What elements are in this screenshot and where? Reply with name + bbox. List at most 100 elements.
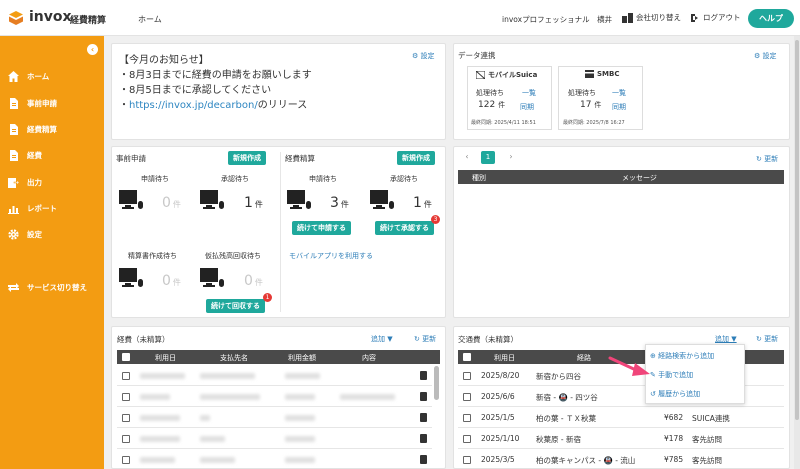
row-checkbox[interactable] bbox=[463, 456, 471, 464]
smbc-list-link[interactable]: 一覧 bbox=[612, 88, 626, 98]
smbc-name: SMBC bbox=[597, 70, 620, 78]
switch-company-button[interactable]: 会社切り替え bbox=[622, 12, 681, 23]
chart-icon bbox=[8, 206, 19, 214]
dropdown-item-history[interactable]: ↺ 履歴から追加 bbox=[650, 389, 700, 399]
row-checkbox[interactable] bbox=[463, 372, 471, 380]
smbc-count-unit: 件 bbox=[594, 101, 602, 109]
pc-icon[interactable] bbox=[200, 268, 226, 290]
smbc-sync-link[interactable]: 同期 bbox=[612, 102, 626, 112]
dropdown-item-route-search[interactable]: ⊕ 経路検索から追加 bbox=[650, 351, 714, 361]
expenses-refresh-link[interactable]: ↻ 更新 bbox=[414, 334, 436, 344]
continue-collect-button[interactable]: 続けて回収する bbox=[206, 299, 265, 313]
pc-icon[interactable] bbox=[370, 190, 396, 212]
prev-page-icon[interactable]: ‹ bbox=[462, 152, 472, 162]
data-link-settings-link[interactable]: ⚙ 設定 bbox=[754, 51, 777, 61]
expenses-title: 経費（未精算） bbox=[117, 335, 170, 344]
settlement-new-button[interactable]: 新規作成 bbox=[397, 151, 435, 165]
user-name: invoxプロフェッショナル 横井 bbox=[502, 15, 613, 24]
blurred-cell bbox=[200, 373, 255, 379]
row-checkbox[interactable] bbox=[122, 435, 130, 443]
pc-icon[interactable] bbox=[200, 190, 226, 212]
notice-settings-link[interactable]: ⚙ 設定 bbox=[412, 51, 435, 61]
pre-pending-label: 申請待ち bbox=[141, 175, 169, 183]
breadcrumb-home[interactable]: ホーム bbox=[138, 14, 162, 25]
transport-add-link[interactable]: 追加 ▼ bbox=[715, 334, 737, 344]
messages-table-header bbox=[458, 170, 784, 184]
select-all-checkbox[interactable] bbox=[122, 353, 130, 361]
continue-approve-button[interactable]: 続けて承認する bbox=[375, 221, 434, 235]
sidebar-item-expenses[interactable]: 経費 bbox=[8, 150, 42, 161]
sidebar-item-home[interactable]: ホーム bbox=[8, 71, 49, 82]
notice-line: ・8月3日までに経費の申請をお願いします bbox=[119, 70, 312, 81]
select-all-checkbox[interactable] bbox=[463, 353, 471, 361]
sidebar-collapse-icon[interactable]: ‹ bbox=[87, 44, 98, 55]
suica-list-link[interactable]: 一覧 bbox=[522, 88, 536, 98]
count-value: 1 bbox=[244, 195, 253, 211]
dropdown-label: 履歴から追加 bbox=[658, 390, 701, 398]
mobile-app-link[interactable]: モバイルアプリを利用する bbox=[289, 251, 373, 261]
decarbon-link[interactable]: https://invox.jp/decarbon/ bbox=[129, 100, 258, 111]
row-checkbox[interactable] bbox=[122, 456, 130, 464]
file-icon[interactable] bbox=[420, 392, 427, 401]
data-link-title: データ連携 bbox=[458, 51, 496, 60]
add-label: 追加 bbox=[371, 335, 385, 343]
transport-refresh-link[interactable]: ↻ 更新 bbox=[756, 334, 778, 344]
dropdown-label: 手動で追加 bbox=[658, 371, 694, 379]
file-icon[interactable] bbox=[420, 455, 427, 464]
page-scrollbar-thumb[interactable] bbox=[795, 40, 799, 420]
help-button[interactable]: ヘルプ bbox=[748, 9, 794, 28]
row-checkbox[interactable] bbox=[122, 393, 130, 401]
scrollbar-thumb[interactable] bbox=[434, 366, 439, 400]
pc-icon[interactable] bbox=[287, 190, 313, 212]
sidebar-item-switch-service[interactable]: サービス切り替え bbox=[8, 282, 87, 293]
switch-icon bbox=[622, 12, 633, 23]
smbc-count: 17 件 bbox=[580, 100, 601, 110]
dropdown-item-manual[interactable]: ✎ 手動で追加 bbox=[650, 370, 693, 380]
pc-icon[interactable] bbox=[119, 268, 145, 290]
refresh-label: 更新 bbox=[764, 335, 779, 343]
pc-icon[interactable] bbox=[119, 190, 145, 212]
page-number-button[interactable]: 1 bbox=[481, 151, 495, 164]
suica-card-header: モバイルSuica bbox=[476, 70, 537, 80]
sidebar-item-settings[interactable]: 設定 bbox=[8, 229, 42, 240]
settlement-pending-count[interactable]: 3件 bbox=[330, 195, 349, 211]
row-checkbox[interactable] bbox=[463, 435, 471, 443]
suica-sync-link[interactable]: 同期 bbox=[520, 102, 534, 112]
settlement-title: 経費精算 bbox=[285, 154, 315, 163]
file-icon[interactable] bbox=[420, 434, 427, 443]
sidebar-item-report[interactable]: レポート bbox=[8, 203, 57, 214]
export-icon bbox=[8, 178, 19, 188]
col-amount: 利用金額 bbox=[288, 354, 316, 362]
logo-text[interactable]: invox bbox=[29, 9, 72, 25]
document-icon bbox=[10, 124, 18, 135]
transport-title: 交通費（未精算） bbox=[458, 335, 518, 344]
sidebar-item-export[interactable]: 出力 bbox=[8, 177, 42, 188]
settlement-approve-count[interactable]: 1件 bbox=[413, 195, 432, 211]
next-page-icon[interactable]: › bbox=[506, 152, 516, 162]
row-checkbox[interactable] bbox=[122, 414, 130, 422]
blurred-cell bbox=[140, 457, 175, 463]
approve-badge: 3 bbox=[431, 215, 440, 224]
pre-doc-count[interactable]: 0件 bbox=[162, 273, 181, 289]
sidebar-item-settlement[interactable]: 経費精算 bbox=[8, 124, 57, 135]
row-checkbox[interactable] bbox=[463, 393, 471, 401]
row-checkbox[interactable] bbox=[122, 372, 130, 380]
sidebar-item-pre-application[interactable]: 事前申請 bbox=[8, 98, 57, 109]
expenses-add-link[interactable]: 追加 ▼ bbox=[371, 334, 393, 344]
messages-refresh-link[interactable]: ↻ 更新 bbox=[756, 154, 778, 164]
blurred-cell bbox=[285, 457, 315, 463]
blurred-cell bbox=[285, 373, 320, 379]
continue-apply-button[interactable]: 続けて申請する bbox=[292, 221, 351, 235]
row-divider bbox=[458, 448, 784, 449]
pre-advance-count[interactable]: 0件 bbox=[244, 273, 263, 289]
pre-approve-count[interactable]: 1件 bbox=[244, 195, 263, 211]
pre-application-new-button[interactable]: 新規作成 bbox=[228, 151, 266, 165]
row-checkbox[interactable] bbox=[463, 414, 471, 422]
sidebar-item-label: 出力 bbox=[27, 178, 42, 187]
logout-button[interactable]: ログアウト bbox=[690, 12, 741, 23]
home-icon bbox=[8, 71, 19, 82]
pre-pending-count[interactable]: 0件 bbox=[162, 195, 181, 211]
file-icon[interactable] bbox=[420, 413, 427, 422]
file-icon[interactable] bbox=[420, 371, 427, 380]
row-amount: ¥785 bbox=[664, 455, 684, 464]
